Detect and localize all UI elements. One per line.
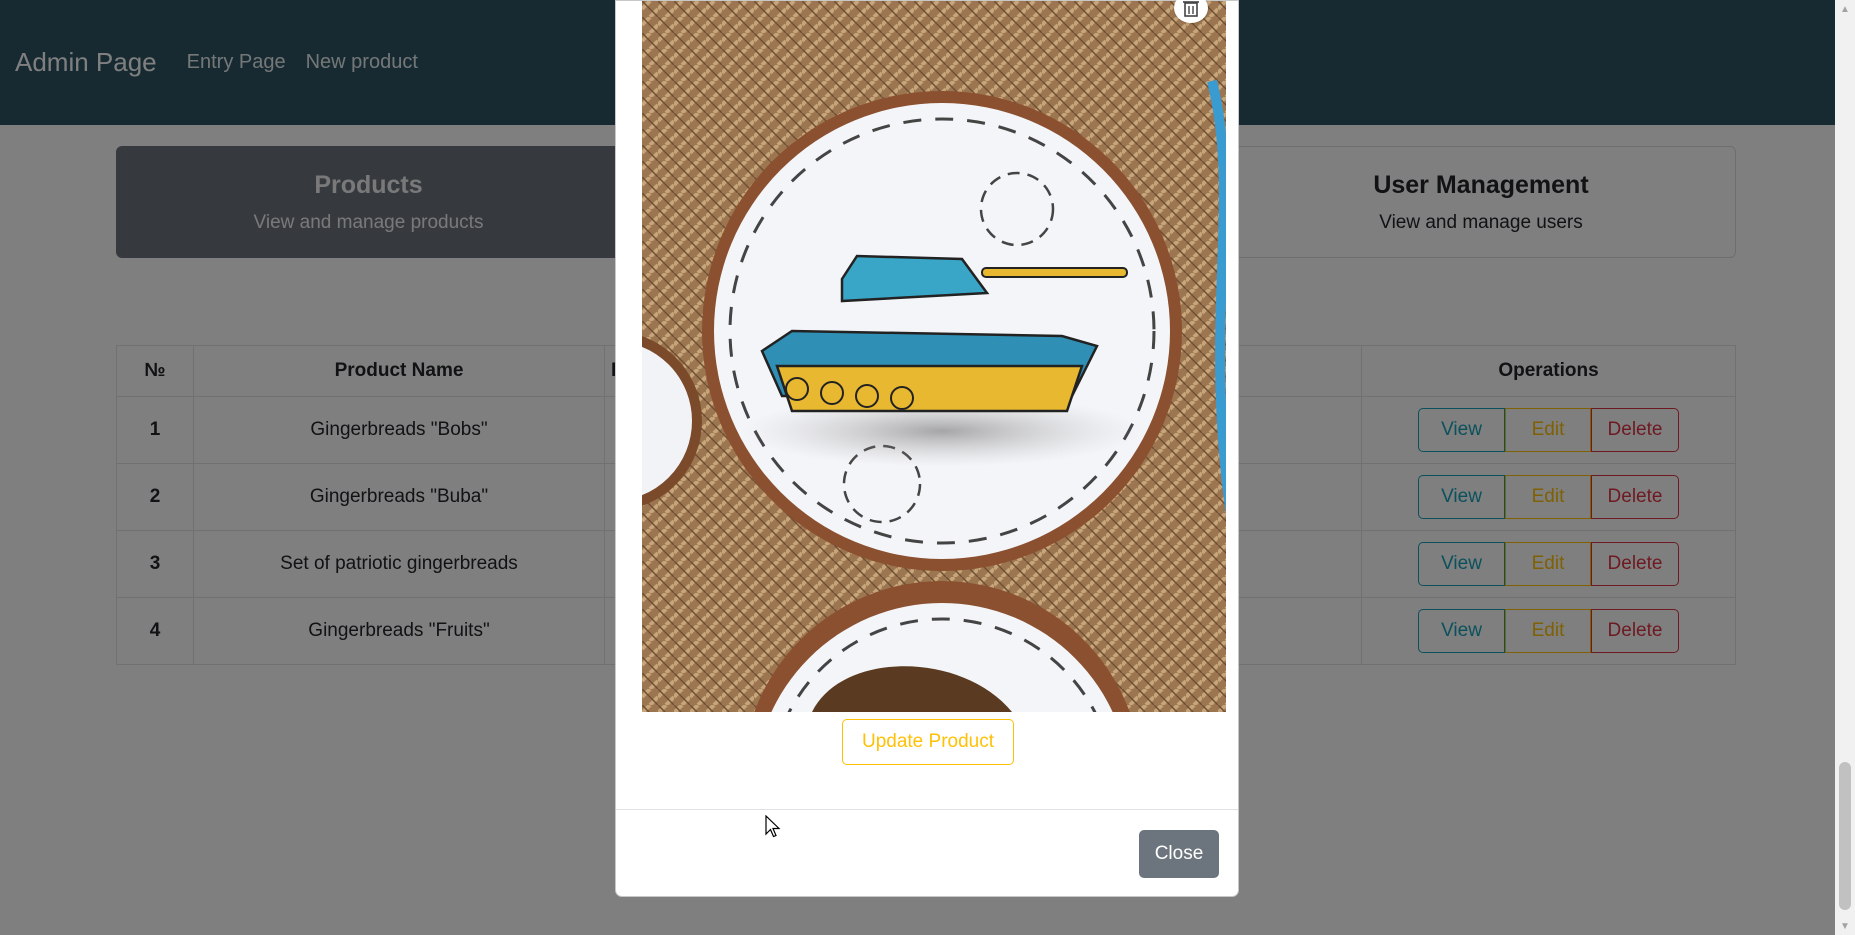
cookie-illustration — [642, 1, 1226, 712]
scroll-thumb[interactable] — [1839, 762, 1851, 910]
scroll-down-arrow-icon[interactable]: ▼ — [1835, 917, 1855, 935]
product-modal: Update Product Close — [615, 0, 1239, 897]
page-scrollbar[interactable]: ▲ ▼ — [1835, 0, 1855, 935]
update-product-button[interactable]: Update Product — [842, 719, 1014, 765]
scroll-up-arrow-icon[interactable]: ▲ — [1835, 0, 1855, 18]
tank-cookie-image — [642, 1, 1226, 712]
mouse-cursor-icon — [765, 815, 781, 838]
close-button[interactable]: Close — [1139, 830, 1219, 878]
modal-footer-divider — [616, 809, 1238, 810]
